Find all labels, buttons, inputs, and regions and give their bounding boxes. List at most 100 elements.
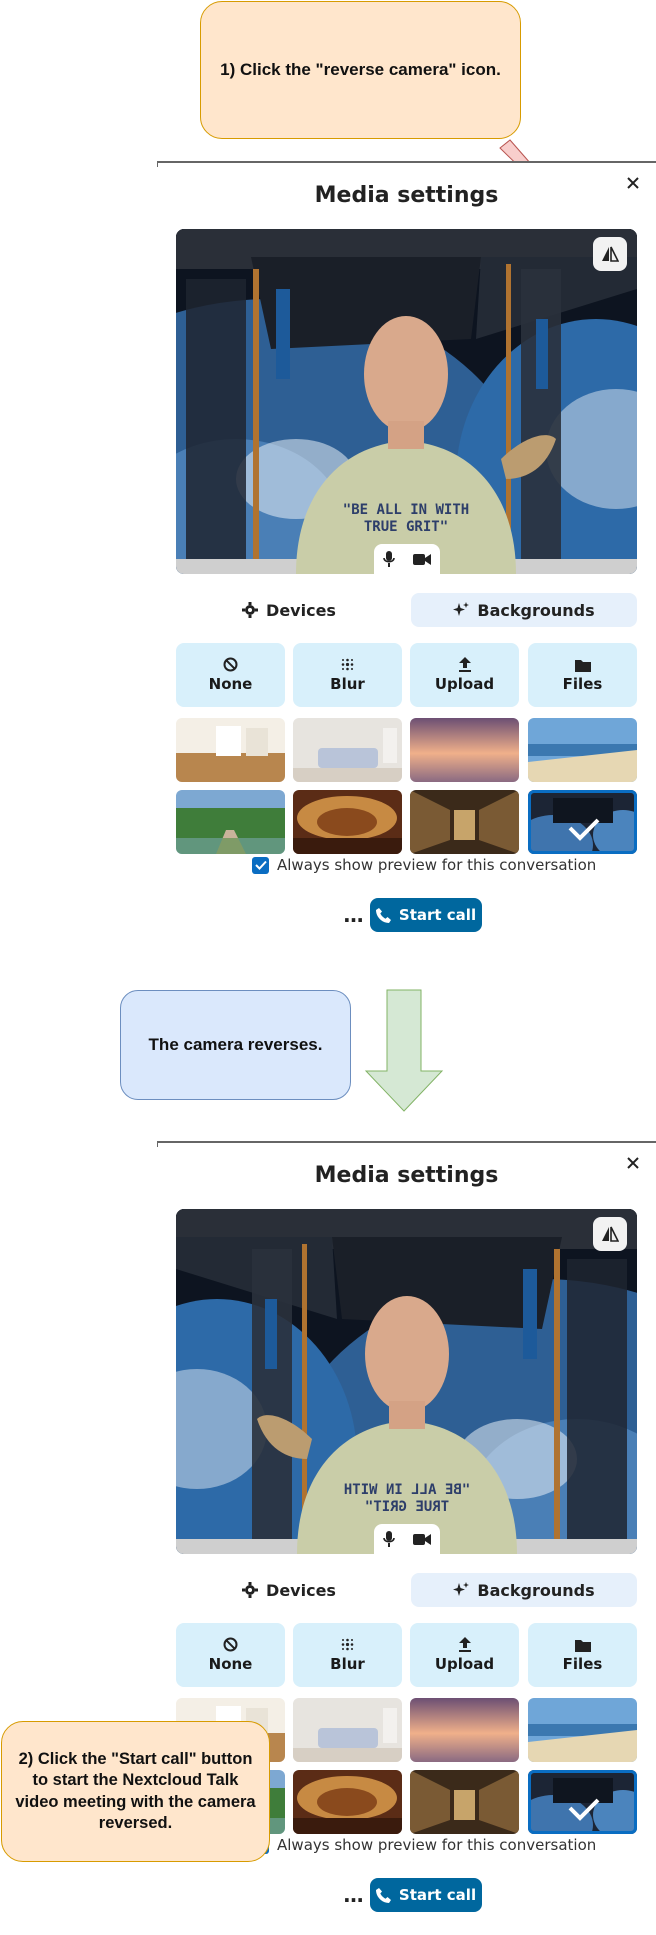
background-blur-button[interactable]: Blur (293, 1623, 402, 1687)
checkmark-icon (254, 860, 267, 870)
camera-preview: "BE ALL IN WITH TRUE GRIT" (176, 229, 637, 574)
close-icon (627, 1157, 639, 1169)
start-call-label: Start call (398, 1886, 477, 1904)
none-icon (223, 1637, 238, 1652)
background-files-button[interactable]: Files (528, 643, 637, 707)
shirt-text-line-1: "BE ALL IN WITH (344, 1482, 470, 1498)
settings-tabs: Devices Backgrounds (176, 593, 637, 627)
background-upload-button[interactable]: Upload (410, 643, 519, 707)
thumbnail-sunset-gradient[interactable] (410, 1698, 519, 1762)
thumbnail-beach[interactable] (528, 1698, 637, 1762)
more-actions-button[interactable]: … (338, 898, 368, 932)
background-none-label: None (208, 1655, 253, 1673)
start-call-button[interactable]: Start call (370, 898, 482, 932)
dialog-title: Media settings (314, 183, 499, 208)
thumbnail-japanese-garden[interactable] (176, 790, 285, 854)
thumbnail-living-room-sofa[interactable] (293, 1698, 402, 1762)
callout-step-1-text: 1) Click the "reverse camera" icon. (220, 60, 501, 79)
background-files-button[interactable]: Files (528, 1623, 637, 1687)
blur-icon (341, 1638, 354, 1651)
background-files-label: Files (562, 674, 603, 693)
background-options: None Blur Upload Files (176, 1623, 637, 1687)
thumbnail-office-room[interactable] (176, 718, 285, 782)
tab-backgrounds-label: Backgrounds (477, 600, 595, 620)
callout-step-1: 1) Click the "reverse camera" icon. (200, 1, 521, 139)
shirt-text-line-1: "BE ALL IN WITH (343, 502, 469, 518)
microphone-icon[interactable] (382, 1531, 395, 1547)
camera-preview-reversed: "BE ALL IN WITH TRUE GRIT" (176, 1209, 637, 1554)
background-upload-label: Upload (434, 675, 495, 693)
arrow-camera-reverses (364, 989, 444, 1112)
tab-devices-label: Devices (266, 600, 336, 620)
background-blur-label: Blur (330, 675, 365, 693)
thumbnail-sunset-gradient[interactable] (410, 718, 519, 782)
more-actions-button[interactable]: … (338, 1878, 368, 1912)
media-settings-dialog-before: Media settings "BE ALL IN WITH TRUE GRIT… (157, 161, 656, 955)
upload-icon (458, 1637, 471, 1652)
background-none-button[interactable]: None (176, 1623, 285, 1687)
background-options: None Blur Upload Files (176, 643, 637, 707)
callout-camera-reverses: The camera reverses. (120, 990, 351, 1100)
close-button[interactable] (622, 172, 644, 194)
settings-tabs: Devices Backgrounds (176, 1573, 637, 1607)
gear-icon (242, 602, 259, 618)
thumbnail-beach[interactable] (528, 718, 637, 782)
thumbnail-space-station[interactable] (528, 1770, 637, 1834)
dialog-title: Media settings (314, 1163, 499, 1188)
always-preview-checkbox[interactable] (252, 856, 269, 874)
sparkles-icon (453, 1582, 470, 1596)
gear-icon (242, 1582, 259, 1598)
callout-step-2: 2) Click the "Start call" button to star… (1, 1721, 270, 1862)
tab-backgrounds-label: Backgrounds (477, 1580, 595, 1600)
folder-icon (574, 1639, 591, 1652)
upload-icon (458, 657, 471, 672)
tab-backgrounds[interactable]: Backgrounds (411, 1573, 637, 1607)
phone-icon (375, 1887, 391, 1903)
background-blur-button[interactable]: Blur (293, 643, 402, 707)
microphone-icon[interactable] (382, 551, 395, 567)
blur-icon (341, 658, 354, 671)
tab-devices[interactable]: Devices (176, 593, 402, 627)
always-preview-label: Always show preview for this conversatio… (277, 1836, 597, 1854)
phone-icon (375, 907, 391, 923)
thumbnail-library[interactable] (410, 1770, 519, 1834)
close-button[interactable] (622, 1152, 644, 1174)
none-icon (223, 657, 238, 672)
callout-camera-reverses-text: The camera reverses. (148, 1035, 323, 1054)
shirt-text-line-2: TRUE GRIT" (365, 1499, 449, 1515)
mirror-camera-icon (602, 246, 619, 262)
folder-icon (574, 659, 591, 672)
thumbnail-theater[interactable] (293, 1770, 402, 1834)
dialog-footer: … Start call (157, 1878, 656, 1912)
tab-backgrounds[interactable]: Backgrounds (411, 593, 637, 627)
start-call-button[interactable]: Start call (370, 1878, 482, 1912)
mirror-camera-button[interactable] (593, 237, 627, 271)
mirror-camera-icon (602, 1226, 619, 1242)
media-controls (373, 544, 440, 574)
background-none-label: None (208, 675, 253, 693)
thumbnail-space-station[interactable] (528, 790, 637, 854)
media-controls (373, 1524, 440, 1554)
sparkles-icon (453, 602, 470, 616)
background-files-label: Files (562, 1654, 603, 1673)
video-camera-icon[interactable] (412, 553, 431, 566)
shirt-text-line-2: TRUE GRIT" (364, 519, 448, 535)
always-preview-row: Always show preview for this conversatio… (252, 1836, 596, 1854)
always-preview-row: Always show preview for this conversatio… (252, 856, 596, 874)
close-icon (627, 177, 639, 189)
thumbnail-library[interactable] (410, 790, 519, 854)
tab-devices-label: Devices (266, 1580, 336, 1600)
mirror-camera-button[interactable] (593, 1217, 627, 1251)
thumbnail-theater[interactable] (293, 790, 402, 854)
always-preview-label: Always show preview for this conversatio… (277, 856, 597, 874)
background-blur-label: Blur (330, 1655, 365, 1673)
background-upload-button[interactable]: Upload (410, 1623, 519, 1687)
callout-step-2-text: 2) Click the "Start call" button to star… (15, 1749, 256, 1832)
background-upload-label: Upload (434, 1655, 495, 1673)
dialog-footer: … Start call (157, 898, 656, 932)
thumbnail-living-room-sofa[interactable] (293, 718, 402, 782)
tab-devices[interactable]: Devices (176, 1573, 402, 1607)
start-call-label: Start call (398, 906, 477, 924)
background-none-button[interactable]: None (176, 643, 285, 707)
video-camera-icon[interactable] (412, 1533, 431, 1546)
